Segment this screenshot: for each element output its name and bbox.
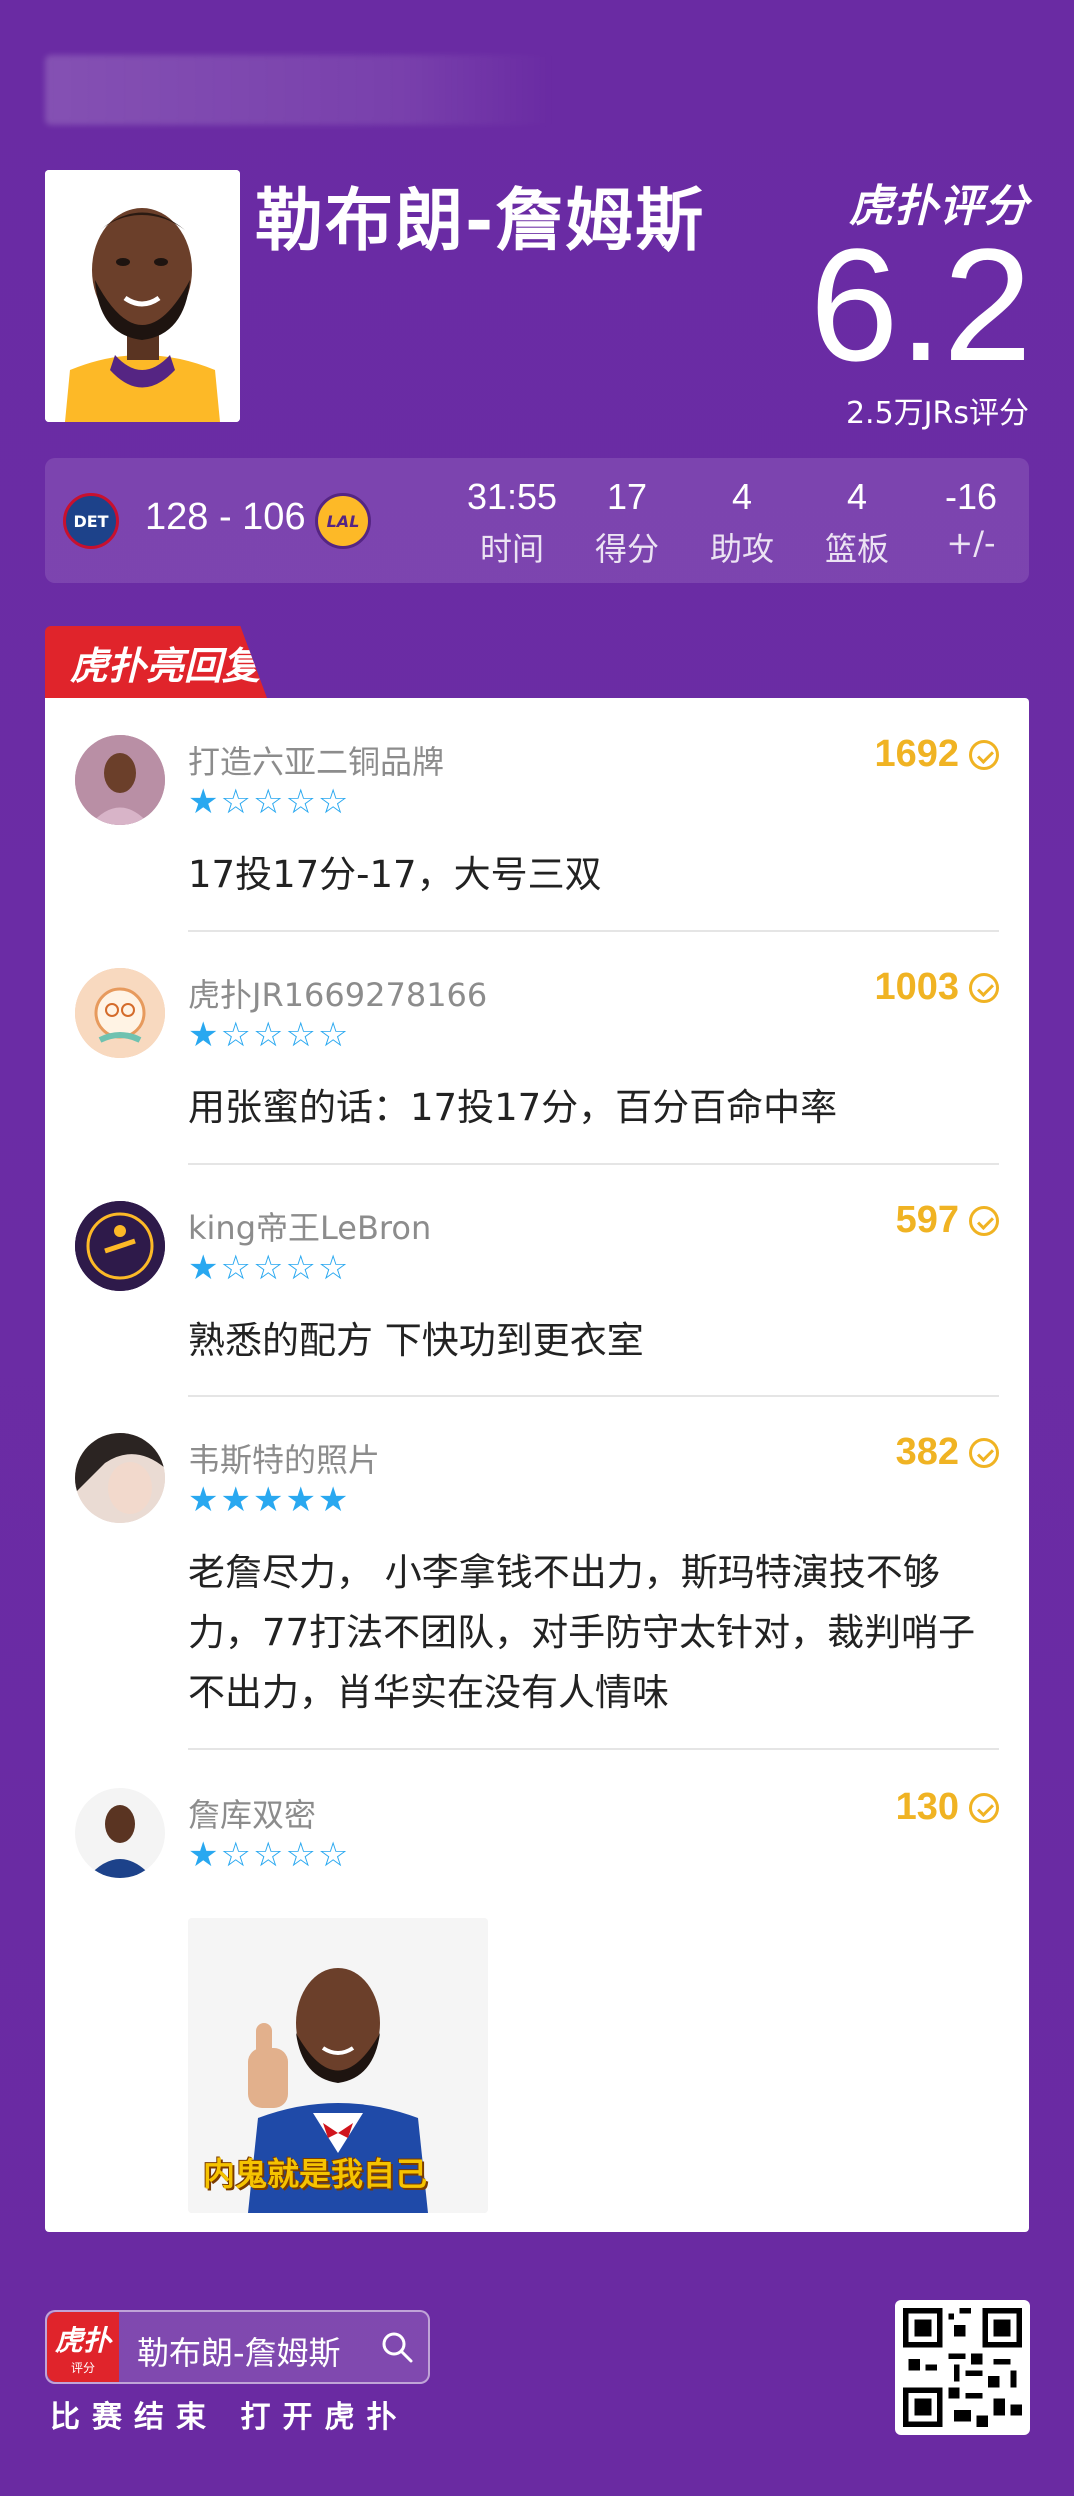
star-rating: ★☆☆☆☆ [188, 1248, 351, 1288]
stat-value: 31:55 [466, 476, 558, 517]
highlight-replies-tag: 虎扑亮回复 [45, 626, 267, 698]
star-rating: ★☆☆☆☆ [188, 1015, 351, 1055]
det-team-logo-icon: DET [63, 493, 119, 549]
comment-text: 熟悉的配方 下快功到更衣室 [188, 1319, 644, 1362]
stat-label: 助攻 [709, 530, 774, 568]
user-avatar[interactable] [75, 1788, 165, 1878]
like-count[interactable]: 1003 [874, 966, 999, 1009]
like-count[interactable]: 382 [896, 1431, 999, 1474]
like-count-value: 1003 [874, 966, 959, 1008]
like-count[interactable]: 597 [896, 1199, 999, 1242]
game-score: 128 - 106 [145, 496, 306, 538]
comment-text: 老詹尽力， 小李拿钱不出力，斯玛特演技不够力，77打法不团队，对手防守太针对，裁… [188, 1551, 976, 1714]
stat-assists: 4 助攻 [682, 476, 802, 570]
meme-caption: 内鬼就是我自己 [203, 2155, 428, 2193]
stat-label: 得分 [594, 530, 659, 568]
stat-value: 4 [846, 476, 868, 517]
stat-label: +/- [946, 524, 996, 562]
comment-meme-image[interactable]: 内鬼就是我自己 [188, 1918, 488, 2213]
light-bulb-icon[interactable] [969, 739, 999, 770]
stat-label: 篮板 [824, 530, 889, 568]
lal-team-logo-icon: LAL [315, 493, 371, 549]
rating-count: 2.5万JRs评分 [845, 396, 1029, 431]
divider [188, 1395, 999, 1397]
like-count-value: 382 [895, 1431, 959, 1473]
stat-value: 4 [731, 476, 753, 517]
user-avatar[interactable] [75, 968, 165, 1058]
stat-rebounds: 4 篮板 [797, 476, 917, 570]
like-count[interactable]: 1692 [874, 733, 999, 776]
comments-card: 打造六亚二铜品牌 ★☆☆☆☆ 1692 17投17分-17，大号三双 虎扑JR1… [45, 698, 1029, 2232]
stat-value: -16 [944, 476, 998, 517]
qr-code[interactable] [895, 2300, 1030, 2435]
stat-plus-minus: -16 +/- [911, 476, 1031, 562]
user-avatar[interactable] [75, 735, 165, 825]
username[interactable]: 韦斯特的照片 [188, 1435, 380, 1481]
username[interactable]: 虎扑JR1669278166 [188, 970, 487, 1016]
user-avatar[interactable] [75, 1433, 165, 1523]
user-avatar[interactable] [75, 1201, 165, 1291]
light-bulb-icon[interactable] [969, 1437, 999, 1468]
player-photo [45, 170, 240, 422]
game-stats-bar: DET 128 - 106 LAL 31:55 时间 17 得分 4 助攻 4 … [45, 458, 1029, 583]
like-count[interactable]: 130 [896, 1786, 999, 1829]
rating-score: 6.2 [809, 215, 1032, 394]
hupu-app-icon[interactable]: 虎扑 评分 [47, 2312, 119, 2382]
username[interactable]: 打造六亚二铜品牌 [188, 737, 444, 783]
blurred-header-bar [45, 55, 555, 125]
player-name: 勒布朗-詹姆斯 [255, 182, 706, 261]
star-rating: ★☆☆☆☆ [188, 1835, 351, 1875]
app-icon-text: 虎扑 [54, 2323, 111, 2357]
stat-value: 17 [606, 476, 648, 517]
stat-label: 时间 [479, 530, 544, 568]
divider [188, 1748, 999, 1750]
like-count-value: 130 [895, 1786, 959, 1828]
stat-points: 17 得分 [567, 476, 687, 570]
star-rating: ★☆☆☆☆ [188, 782, 351, 822]
comment-text: 17投17分-17，大号三双 [188, 853, 602, 896]
divider [188, 930, 999, 932]
like-count-value: 1692 [874, 733, 959, 775]
footer-search-bar[interactable]: 虎扑 评分 勒布朗-詹姆斯 [45, 2310, 430, 2384]
username[interactable]: king帝王LeBron [188, 1203, 431, 1249]
username[interactable]: 詹库双密 [188, 1790, 316, 1836]
light-bulb-icon[interactable] [969, 1792, 999, 1823]
footer-slogan: 比赛结束 打开虎扑 [50, 2400, 409, 2435]
like-count-value: 597 [895, 1199, 959, 1241]
search-icon[interactable] [380, 2330, 414, 2364]
footer-search-text: 勒布朗-詹姆斯 [137, 2334, 341, 2372]
light-bulb-icon[interactable] [969, 972, 999, 1003]
divider [188, 1163, 999, 1165]
star-rating: ★★★★★ [188, 1480, 351, 1520]
stat-minutes: 31:55 时间 [452, 476, 572, 570]
comment-text: 用张蜜的话：17投17分，百分百命中率 [188, 1086, 838, 1129]
app-icon-subtext: 评分 [70, 2360, 95, 2375]
light-bulb-icon[interactable] [969, 1205, 999, 1236]
